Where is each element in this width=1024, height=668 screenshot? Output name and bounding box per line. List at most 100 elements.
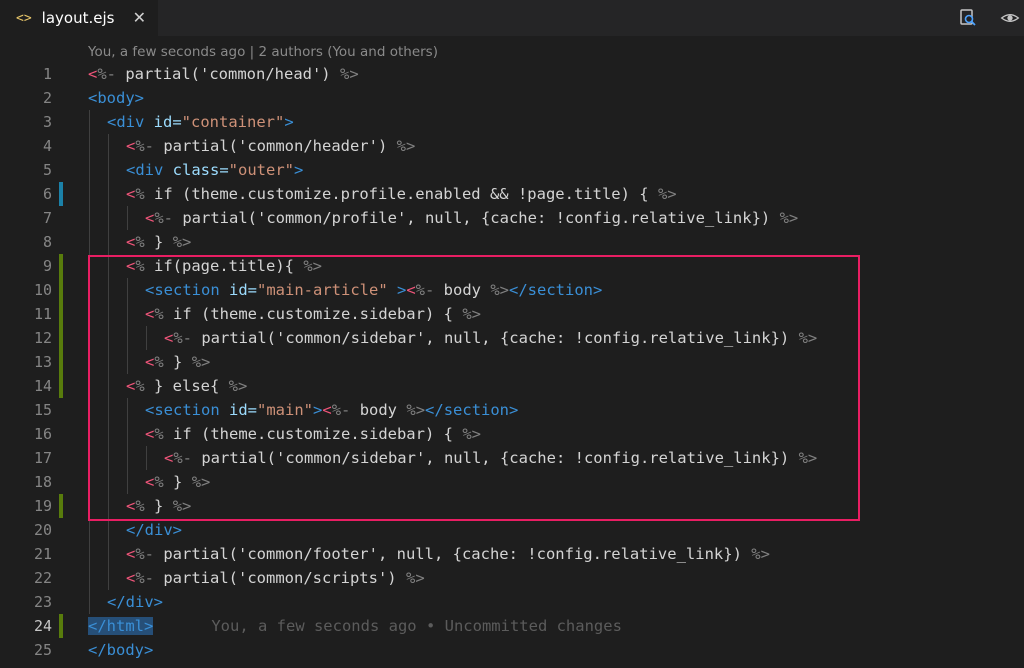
indent-guide — [127, 350, 128, 374]
code-line[interactable]: 12 <%- partial('common/sidebar', null, {c… — [0, 326, 1024, 350]
tab-layout-ejs[interactable]: <> layout.ejs ✕ — [0, 0, 158, 36]
code-line[interactable]: 2 <body> — [0, 86, 1024, 110]
line-number: 12 — [33, 329, 52, 347]
code-token: % — [135, 185, 155, 203]
code-token: <div — [107, 113, 154, 131]
code-line[interactable]: 15 <section id="main"><%- body %></sectio… — [0, 398, 1024, 422]
code-token: < — [145, 425, 155, 443]
code-editor[interactable]: 1 <%- partial('common/head') %> 2 <body> 3 <d… — [0, 62, 1024, 662]
code-line[interactable]: 22 <%- partial('common/scripts') %> — [0, 566, 1024, 590]
indent-guide — [127, 326, 128, 350]
code-token: %- — [135, 545, 164, 563]
code-token: %- — [97, 65, 126, 83]
code-token: if (theme.customize.profile.enabled && !… — [154, 185, 658, 203]
code-line[interactable]: 24 </html> You, a few seconds ago • Uncomm… — [0, 614, 1024, 638]
code-token: < — [126, 377, 136, 395]
code-line[interactable]: 25 </body> — [0, 638, 1024, 662]
indent-guide — [108, 158, 109, 182]
code-token: </div> — [126, 521, 182, 539]
code-token: %> — [228, 377, 248, 395]
modified-line-marker[interactable] — [59, 182, 63, 206]
code-line[interactable]: 8 <% } %> — [0, 230, 1024, 254]
code-token: > — [313, 401, 323, 419]
code-line[interactable]: 21 <%- partial('common/footer', null, {ca… — [0, 542, 1024, 566]
added-line-marker[interactable] — [59, 374, 63, 398]
code-line[interactable]: 20 </div> — [0, 518, 1024, 542]
code-token: } else{ — [154, 377, 229, 395]
line-number: 23 — [33, 593, 52, 611]
code-token: %- — [173, 329, 202, 347]
code-token: partial('common/head') — [125, 65, 340, 83]
code-token: < — [126, 497, 136, 515]
code-line[interactable]: 10 <section id="main-article" ><%- body %… — [0, 278, 1024, 302]
code-text: <% } else{ %> — [126, 374, 247, 398]
code-token: < — [145, 305, 155, 323]
indent-guide — [89, 302, 90, 326]
inline-blame-annotation: You, a few seconds ago • Uncommitted cha… — [211, 617, 622, 635]
code-token: <body> — [88, 89, 144, 107]
code-text: <section id="main"><%- body %></section> — [145, 398, 518, 422]
line-number: 22 — [33, 569, 52, 587]
line-number: 18 — [33, 473, 52, 491]
blame-codelens[interactable]: You, a few seconds ago | 2 authors (You … — [88, 44, 438, 60]
added-line-marker[interactable] — [59, 302, 63, 326]
code-line[interactable]: 4 <%- partial('common/header') %> — [0, 134, 1024, 158]
open-changes-icon[interactable] — [958, 8, 978, 28]
code-token: %> — [191, 473, 211, 491]
indent-guide — [127, 446, 128, 470]
code-line[interactable]: 19 <% } %> — [0, 494, 1024, 518]
line-number: 1 — [42, 65, 52, 83]
line-number: 13 — [33, 353, 52, 371]
added-line-marker[interactable] — [59, 278, 63, 302]
code-token: </section> — [425, 401, 519, 419]
code-token: <section — [145, 401, 229, 419]
code-line[interactable]: 7 <%- partial('common/profile', null, {ca… — [0, 206, 1024, 230]
code-token: "outer" — [228, 161, 294, 179]
code-line[interactable]: 23 </div> — [0, 590, 1024, 614]
code-token: < — [145, 473, 155, 491]
indent-guide — [108, 470, 109, 494]
line-number: 2 — [42, 89, 52, 107]
indent-guide — [89, 398, 90, 422]
code-token: } — [173, 353, 192, 371]
added-line-marker[interactable] — [59, 494, 63, 518]
code-line[interactable]: 9 <% if(page.title){ %> — [0, 254, 1024, 278]
code-line[interactable]: 17 <%- partial('common/sidebar', null, {c… — [0, 446, 1024, 470]
close-icon[interactable]: ✕ — [133, 8, 146, 27]
code-token: body — [443, 281, 491, 299]
indent-guide — [89, 350, 90, 374]
code-line[interactable]: 16 <% if (theme.customize.sidebar) { %> — [0, 422, 1024, 446]
indent-guide — [89, 374, 90, 398]
code-text: <% if (theme.customize.sidebar) { %> — [145, 302, 481, 326]
tab-bar: <> layout.ejs ✕ — [0, 0, 1024, 36]
added-line-marker[interactable] — [59, 254, 63, 278]
code-token: < — [164, 329, 174, 347]
code-text: <section id="main-article" ><%- body %><… — [145, 278, 602, 302]
code-line[interactable]: 5 <div class="outer"> — [0, 158, 1024, 182]
code-line[interactable]: 11 <% if (theme.customize.sidebar) { %> — [0, 302, 1024, 326]
line-number: 8 — [42, 233, 52, 251]
line-number: 5 — [42, 161, 52, 179]
code-line[interactable]: 14 <% } else{ %> — [0, 374, 1024, 398]
code-token: % — [154, 353, 174, 371]
code-token: "main-article" — [257, 281, 388, 299]
added-line-marker[interactable] — [59, 614, 63, 638]
code-line[interactable]: 1 <%- partial('common/head') %> — [0, 62, 1024, 86]
line-number: 10 — [33, 281, 52, 299]
line-number: 20 — [33, 521, 52, 539]
code-token: %> — [396, 137, 416, 155]
indent-guide — [108, 566, 109, 590]
added-line-marker[interactable] — [59, 350, 63, 374]
code-text: <% if (theme.customize.sidebar) { %> — [145, 422, 481, 446]
added-line-marker[interactable] — [59, 326, 63, 350]
code-line[interactable]: 3 <div id="container"> — [0, 110, 1024, 134]
code-line[interactable]: 6 <% if (theme.customize.profile.enabled … — [0, 182, 1024, 206]
code-line[interactable]: 18 <% } %> — [0, 470, 1024, 494]
line-number: 3 — [42, 113, 52, 131]
code-token: > — [387, 281, 407, 299]
code-text: <% if (theme.customize.profile.enabled &… — [126, 182, 677, 206]
compare-icon[interactable] — [1000, 8, 1020, 28]
code-line[interactable]: 13 <% } %> — [0, 350, 1024, 374]
indent-guide — [89, 422, 90, 446]
code-text: <%- partial('common/profile', null, {cac… — [145, 206, 798, 230]
